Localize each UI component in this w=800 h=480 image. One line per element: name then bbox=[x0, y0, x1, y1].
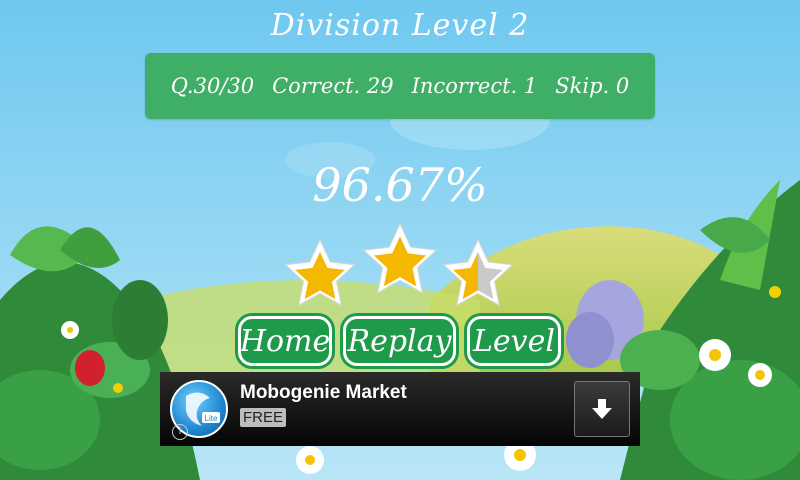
incorrect-count: Incorrect. 1 bbox=[411, 74, 538, 98]
star-rating bbox=[284, 222, 514, 307]
level-button[interactable]: Level bbox=[467, 316, 561, 366]
star-3-icon bbox=[442, 238, 514, 307]
question-count: Q.30/30 bbox=[170, 74, 255, 98]
level-title: Division Level 2 bbox=[270, 8, 530, 43]
lite-badge: Lite bbox=[205, 414, 218, 423]
stats-panel: Q.30/30 Correct. 29 Incorrect. 1 Skip. 0 bbox=[145, 53, 655, 119]
ad-info-icon[interactable]: i bbox=[172, 424, 188, 440]
score-percent: 96.67% bbox=[312, 158, 488, 212]
download-button[interactable] bbox=[574, 381, 630, 437]
skip-count: Skip. 0 bbox=[555, 74, 630, 98]
replay-button[interactable]: Replay bbox=[343, 316, 456, 366]
ad-price-badge: FREE bbox=[240, 408, 287, 427]
home-button[interactable]: Home bbox=[238, 316, 332, 366]
star-2-icon bbox=[362, 222, 438, 294]
star-1-icon bbox=[284, 238, 356, 307]
ad-banner[interactable]: Lite i Mobogenie Market FREE bbox=[160, 372, 640, 446]
ad-app-name: Mobogenie Market bbox=[240, 382, 407, 403]
download-arrow-icon bbox=[592, 399, 612, 419]
correct-count: Correct. 29 bbox=[272, 74, 394, 98]
